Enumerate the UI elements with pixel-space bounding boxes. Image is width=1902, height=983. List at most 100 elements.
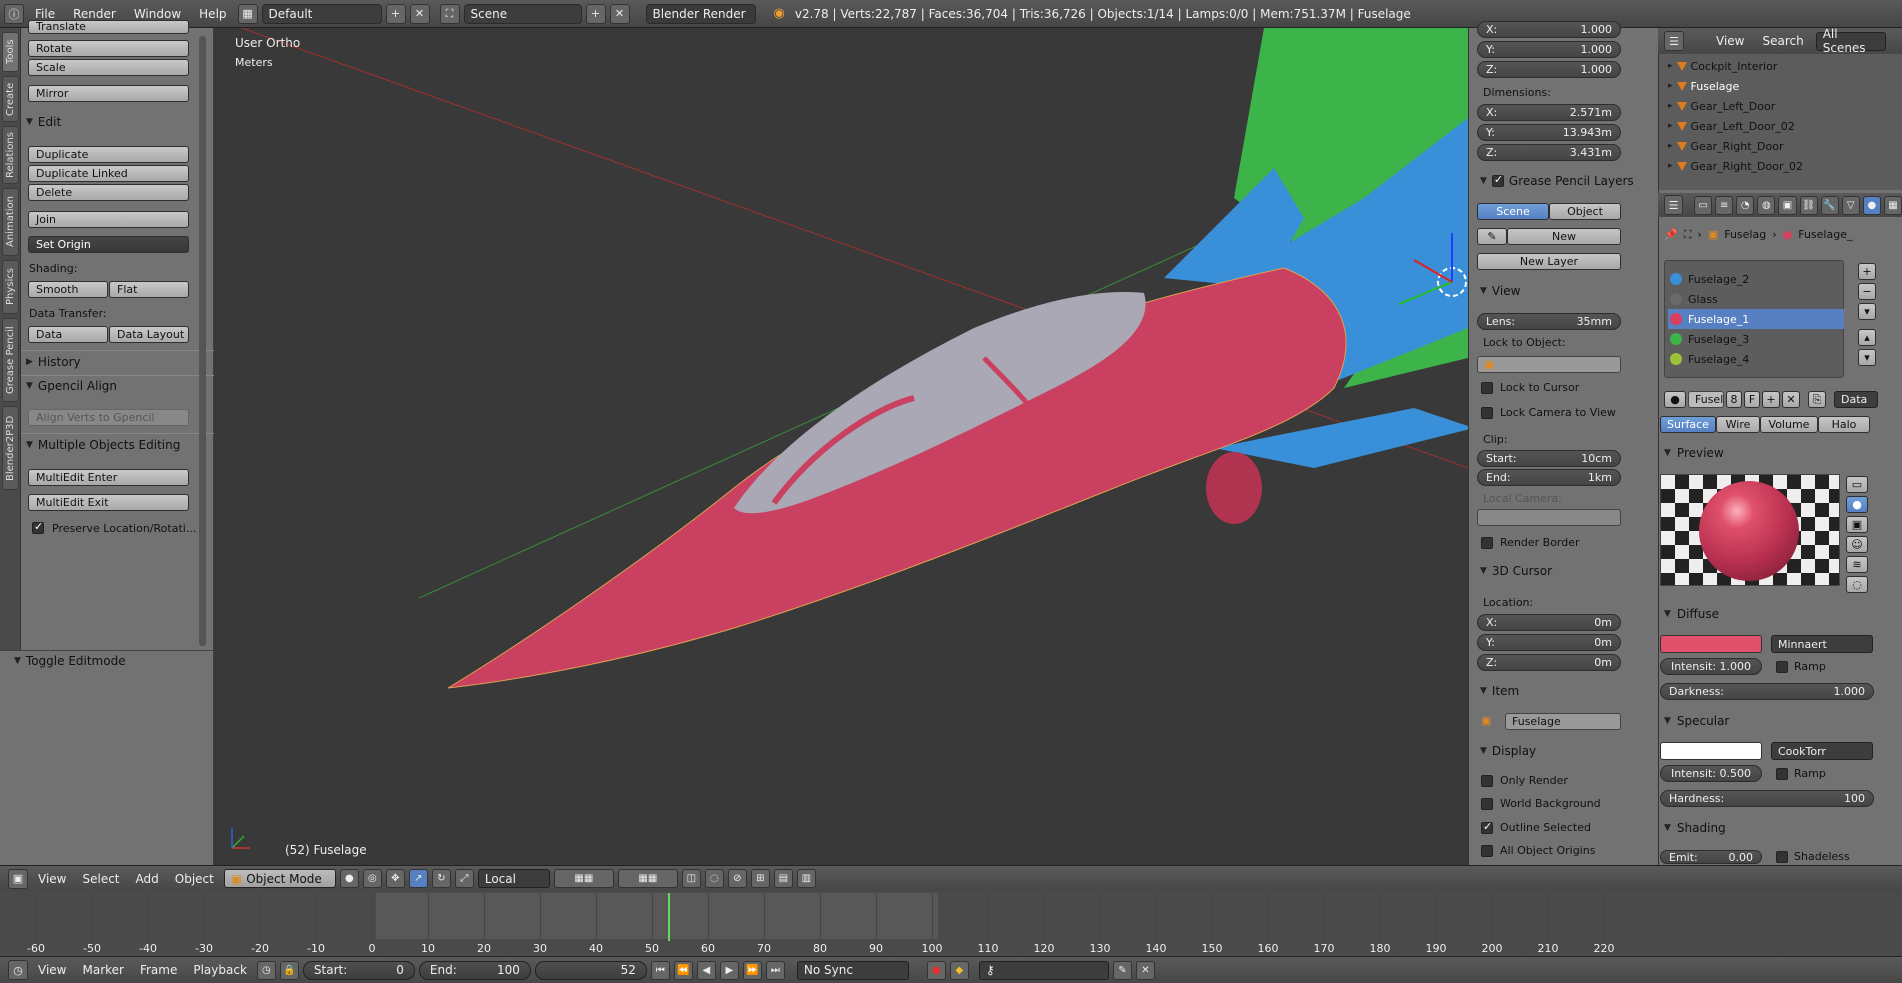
specular-intensity-field[interactable]: Intensit: 0.500: [1660, 765, 1762, 782]
smooth-button[interactable]: Smooth: [28, 281, 108, 298]
preview-plane-icon[interactable]: ▭: [1846, 476, 1868, 493]
diffuse-shader-select[interactable]: Minnaert: [1771, 635, 1873, 653]
orientation-select[interactable]: Local: [477, 869, 550, 888]
specular-ramp-checkbox[interactable]: [1776, 768, 1788, 780]
delete-button[interactable]: Delete: [28, 184, 189, 201]
lock-range-icon[interactable]: 🔒: [279, 960, 299, 980]
users-count[interactable]: 8: [1726, 391, 1742, 408]
timeline-menu-marker[interactable]: Marker: [76, 963, 129, 977]
link-select[interactable]: Data: [1834, 391, 1878, 408]
preserve-checkbox[interactable]: [32, 520, 44, 534]
outliner-editor-icon[interactable]: ☰: [1664, 31, 1684, 51]
dim-y-field[interactable]: Y: 13.943m: [1477, 124, 1621, 141]
menu-add[interactable]: Add: [130, 872, 165, 886]
diffuse-color-swatch[interactable]: [1660, 635, 1762, 653]
outliner-row[interactable]: ▸ Gear_Right_Door_02: [1668, 156, 1888, 176]
tool-shelf-scrollbar[interactable]: [199, 36, 206, 646]
multi-edit-header[interactable]: ▼ Multiple Objects Editing: [26, 438, 180, 452]
all-origins-checkbox[interactable]: [1481, 845, 1493, 857]
layers-grid-1[interactable]: ▦▦: [553, 869, 614, 888]
screen-layout-icon[interactable]: ▦: [237, 3, 258, 24]
timeline-menu-playback[interactable]: Playback: [187, 963, 253, 977]
join-button[interactable]: Join: [28, 211, 189, 228]
timeline-menu-frame[interactable]: Frame: [134, 963, 183, 977]
outliner-row[interactable]: ▸ Gear_Left_Door: [1668, 96, 1888, 116]
move-up-icon[interactable]: ▴: [1858, 329, 1876, 346]
shadeless-checkbox[interactable]: [1776, 851, 1788, 863]
start-frame-field[interactable]: Start: 0: [302, 960, 415, 980]
remove-scene-icon[interactable]: ✕: [609, 3, 630, 24]
translate-manipulator-icon[interactable]: ↗: [408, 869, 428, 888]
expand-icon[interactable]: ▸: [1668, 81, 1673, 91]
keying-icon[interactable]: ◆: [949, 960, 969, 980]
menu-window[interactable]: Window: [127, 7, 188, 21]
cursor-z-field[interactable]: Z: 0m: [1477, 654, 1621, 671]
scale-manipulator-icon[interactable]: ⤢: [454, 869, 474, 888]
prev-keyframe-icon[interactable]: ⏪: [673, 960, 693, 980]
emit-field[interactable]: Emit: 0.00: [1660, 850, 1762, 864]
material-slot[interactable]: Fuselage_2: [1668, 269, 1844, 289]
multiedit-enter-button[interactable]: MultiEdit Enter: [28, 469, 189, 486]
scale-y-field[interactable]: Y: 1.000: [1477, 41, 1621, 58]
add-screen-icon[interactable]: +: [385, 3, 406, 24]
outliner-row[interactable]: ▸ Gear_Left_Door_02: [1668, 116, 1888, 136]
world-background-checkbox[interactable]: [1481, 798, 1493, 810]
material-tab-icon[interactable]: ●: [1862, 195, 1881, 215]
preview-sky-icon[interactable]: ◌: [1846, 576, 1868, 593]
layers-tab-icon[interactable]: ≡: [1715, 195, 1734, 215]
3d-cursor-header[interactable]: ▼ 3D Cursor: [1480, 564, 1552, 578]
menu-render[interactable]: Render: [66, 7, 123, 21]
tab-physics[interactable]: Physics: [2, 260, 19, 314]
cursor-x-field[interactable]: X: 0m: [1477, 614, 1621, 631]
scene-icon[interactable]: ⛶: [439, 3, 460, 24]
preview-cube-icon[interactable]: ▣: [1846, 516, 1868, 533]
item-name-field[interactable]: Fuselage: [1505, 713, 1621, 730]
data-tab-icon[interactable]: ▽: [1841, 195, 1860, 215]
object-tab-icon[interactable]: ▣: [1778, 195, 1797, 215]
lens-field[interactable]: Lens: 35mm: [1477, 313, 1621, 330]
current-frame-field[interactable]: 52: [534, 960, 647, 980]
gp-scene-toggle[interactable]: Scene: [1477, 203, 1549, 220]
specular-shader-select[interactable]: CookTorr: [1771, 742, 1873, 760]
toggle-editmode-header[interactable]: ▼ Toggle Editmode: [14, 654, 126, 668]
menu-file[interactable]: File: [28, 7, 62, 21]
data-layout-button[interactable]: Data Layout: [109, 326, 189, 343]
slot-menu-icon[interactable]: ▾: [1858, 303, 1876, 320]
outliner-view-menu[interactable]: View: [1710, 34, 1750, 48]
wire-tab[interactable]: Wire: [1716, 416, 1760, 433]
insert-keyframe-icon[interactable]: ✎: [1112, 960, 1132, 980]
pin-icon[interactable]: 📌: [1664, 228, 1678, 242]
lock-cursor-checkbox[interactable]: [1481, 382, 1493, 394]
add-scene-icon[interactable]: +: [585, 3, 606, 24]
scene-tab-icon[interactable]: ◔: [1736, 195, 1755, 215]
3d-viewport[interactable]: User Ortho Meters (52) Fuselage: [214, 28, 1468, 865]
outliner-row[interactable]: ▸ Fuselage: [1668, 76, 1888, 96]
item-panel-header[interactable]: ▼ Item: [1480, 684, 1519, 698]
expand-icon[interactable]: ▸: [1668, 61, 1673, 71]
outliner-row[interactable]: ▸ Gear_Right_Door: [1668, 136, 1888, 156]
expand-icon[interactable]: ▸: [1668, 161, 1673, 171]
rotate-manipulator-icon[interactable]: ↻: [431, 869, 451, 888]
scale-button[interactable]: Scale: [28, 59, 189, 76]
constraints-tab-icon[interactable]: ⛓: [1799, 195, 1818, 215]
editor-type-icon[interactable]: ▣: [8, 868, 28, 889]
layers-grid-2[interactable]: ▦▦: [617, 869, 678, 888]
outliner-search-menu[interactable]: Search: [1756, 34, 1809, 48]
end-frame-field[interactable]: End: 100: [418, 960, 531, 980]
edit-panel-header[interactable]: ▼ Edit: [26, 115, 61, 129]
history-panel-header[interactable]: ▶ History: [26, 355, 81, 369]
snap-element-icon[interactable]: ⊞: [750, 869, 770, 888]
duplicate-linked-button[interactable]: Duplicate Linked: [28, 165, 189, 182]
material-name-field[interactable]: Fusel: [1688, 391, 1724, 408]
volume-tab[interactable]: Volume: [1760, 416, 1818, 433]
tab-relations[interactable]: Relations: [2, 126, 19, 184]
delete-keyframe-icon[interactable]: ✕: [1135, 960, 1155, 980]
modifiers-tab-icon[interactable]: 🔧: [1820, 195, 1839, 215]
jump-start-icon[interactable]: ⏮: [650, 960, 670, 980]
copy-icon[interactable]: ⎘: [1808, 391, 1826, 408]
outliner-filter-select[interactable]: All Scenes: [1815, 27, 1886, 55]
gp-pencil-icon[interactable]: ✎: [1477, 228, 1507, 245]
rotate-button[interactable]: Rotate: [28, 40, 189, 57]
preview-sphere-icon[interactable]: ●: [1846, 496, 1868, 513]
record-icon[interactable]: ●: [926, 960, 946, 980]
